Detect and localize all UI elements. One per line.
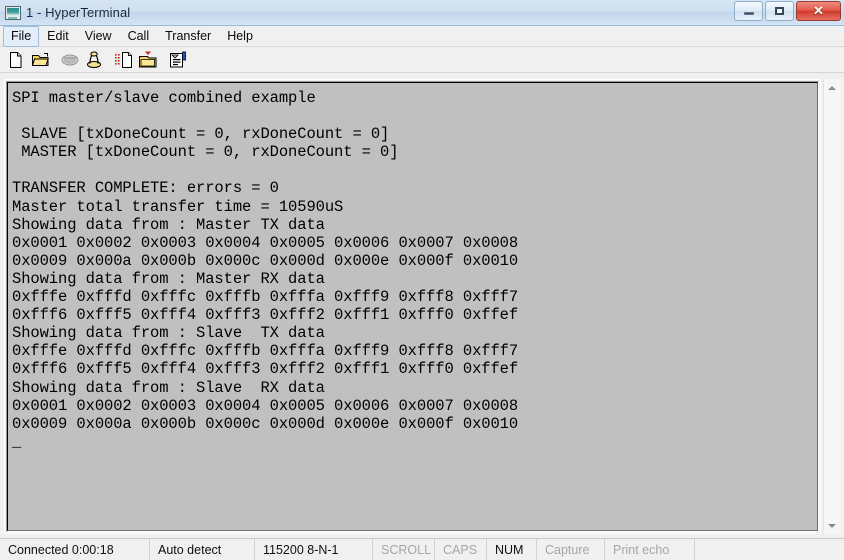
send-file-button[interactable] (112, 48, 136, 72)
disconnect-phone-icon (61, 54, 79, 65)
open-connection-button[interactable] (28, 48, 52, 72)
receive-file-icon (139, 51, 157, 67)
terminal-bevel: SPI master/slave combined example SLAVE … (6, 81, 819, 532)
menu-bar: File Edit View Call Transfer Help (0, 25, 844, 47)
terminal-output: SPI master/slave combined example SLAVE … (12, 89, 519, 451)
call-phone-icon (87, 51, 101, 68)
disconnect-button[interactable] (58, 48, 82, 72)
new-connection-icon (10, 51, 22, 68)
menu-item-file[interactable]: File (3, 25, 40, 47)
menu-item-help[interactable]: Help (219, 26, 261, 47)
status-num[interactable]: NUM (487, 539, 537, 560)
vertical-scrollbar[interactable] (823, 79, 840, 534)
properties-button[interactable] (166, 48, 190, 72)
status-scroll[interactable]: SCROLL (373, 539, 435, 560)
menu-item-edit[interactable]: Edit (39, 26, 77, 47)
window-title: 1 - HyperTerminal (26, 5, 131, 20)
scroll-up-button[interactable] (824, 79, 840, 96)
window-controls: ✕ (734, 1, 841, 21)
status-settings: 115200 8-N-1 (255, 539, 373, 560)
status-bar: Connected 0:00:18 Auto detect 115200 8-N… (0, 538, 844, 560)
terminal-screen[interactable]: SPI master/slave combined example SLAVE … (7, 82, 818, 531)
minimize-icon (743, 12, 754, 15)
monitor-icon[interactable] (5, 5, 21, 20)
status-filler (695, 539, 844, 560)
properties-icon (170, 51, 186, 67)
status-capture[interactable]: Capture (537, 539, 605, 560)
terminal-outer-frame: SPI master/slave combined example SLAVE … (4, 79, 821, 534)
client-area: SPI master/slave combined example SLAVE … (0, 73, 844, 538)
status-detect: Auto detect (150, 539, 255, 560)
hyperterminal-window: 1 - HyperTerminal ✕ File Edit View Call … (0, 0, 844, 560)
receive-file-button[interactable] (136, 48, 160, 72)
send-file-icon (115, 51, 132, 68)
status-connected: Connected 0:00:18 (0, 539, 150, 560)
minimize-button[interactable] (734, 1, 763, 21)
title-bar: 1 - HyperTerminal ✕ (0, 0, 844, 26)
call-button[interactable] (82, 48, 106, 72)
close-button[interactable]: ✕ (796, 1, 841, 21)
menu-item-transfer[interactable]: Transfer (157, 26, 219, 47)
scrollbar-track[interactable] (824, 96, 840, 517)
scroll-down-button[interactable] (824, 517, 840, 534)
menu-item-call[interactable]: Call (120, 26, 158, 47)
status-caps[interactable]: CAPS (435, 539, 487, 560)
status-print-echo[interactable]: Print echo (605, 539, 695, 560)
scroll-down-icon (828, 523, 836, 528)
scroll-up-icon (828, 85, 836, 90)
new-connection-button[interactable] (4, 48, 28, 72)
menu-item-view[interactable]: View (77, 26, 120, 47)
maximize-icon (775, 7, 784, 15)
toolbar (0, 47, 844, 73)
open-folder-icon (31, 52, 49, 66)
maximize-button[interactable] (765, 1, 794, 21)
